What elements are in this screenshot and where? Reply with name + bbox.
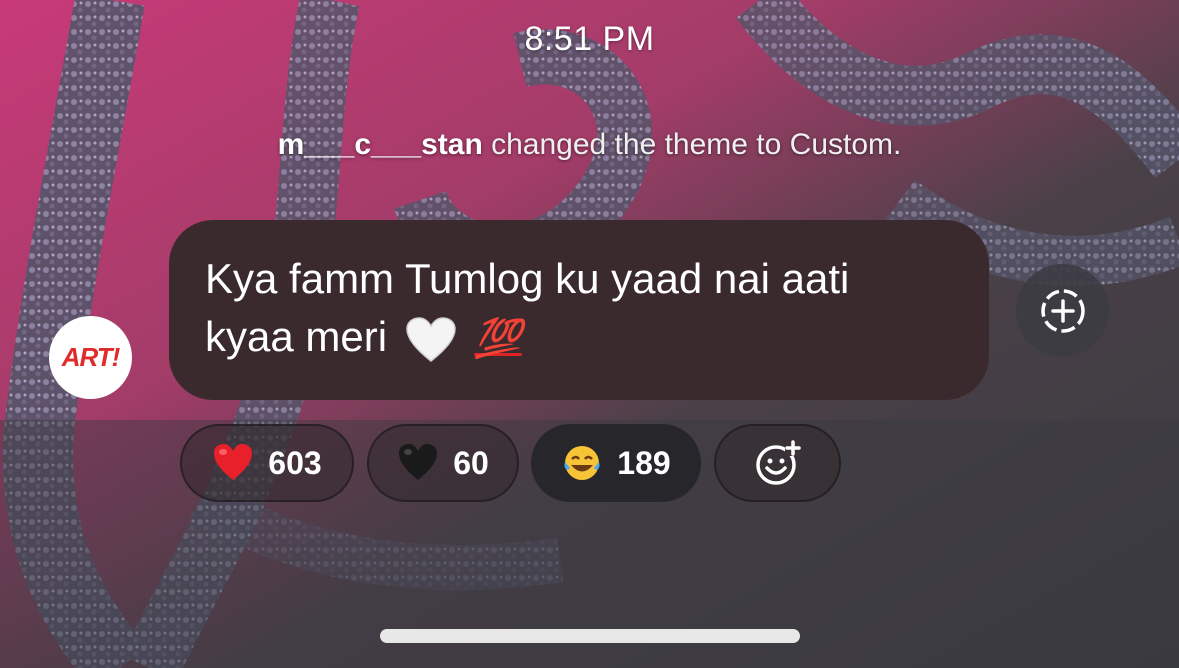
message-line-2-wrap: kyaa meri 💯: [205, 308, 953, 368]
reaction-red-heart[interactable]: 603: [180, 424, 354, 502]
message-bubble[interactable]: Kya famm Tumlog ku yaad nai aati kyaa me…: [169, 220, 989, 400]
share-message-button[interactable]: [1016, 264, 1109, 357]
reaction-count: 60: [453, 444, 489, 481]
red-heart-icon: [214, 444, 253, 480]
reaction-count: 603: [268, 444, 322, 481]
timestamp: 8:51 PM: [524, 20, 655, 58]
message-line-2: kyaa meri: [205, 313, 388, 360]
add-reaction-button[interactable]: [714, 424, 841, 502]
chat-screen: 8:51 PM m___c___stan changed the theme t…: [0, 0, 1179, 668]
add-circle-dashed-icon: [1040, 288, 1085, 333]
theme-change-notice: m___c___stan changed the theme to Custom…: [0, 128, 1179, 162]
add-emoji-icon: [755, 440, 801, 485]
reaction-tears-of-joy[interactable]: 189: [531, 424, 701, 502]
black-heart-icon: [399, 444, 438, 480]
tears-of-joy-icon: [564, 446, 600, 480]
home-indicator[interactable]: [380, 629, 800, 643]
reaction-black-heart[interactable]: 60: [367, 424, 519, 502]
message-line-1: Kya famm Tumlog ku yaad nai aati: [205, 255, 850, 302]
system-msg-text: changed the theme to Custom.: [482, 128, 902, 161]
hundred-points-icon: 💯: [474, 318, 522, 360]
white-heart-icon: [405, 317, 456, 362]
sender-avatar[interactable]: ART!: [49, 316, 132, 399]
reaction-count: 189: [617, 444, 671, 481]
system-msg-username[interactable]: m___c___stan: [278, 128, 483, 161]
avatar-label: ART!: [61, 342, 121, 372]
